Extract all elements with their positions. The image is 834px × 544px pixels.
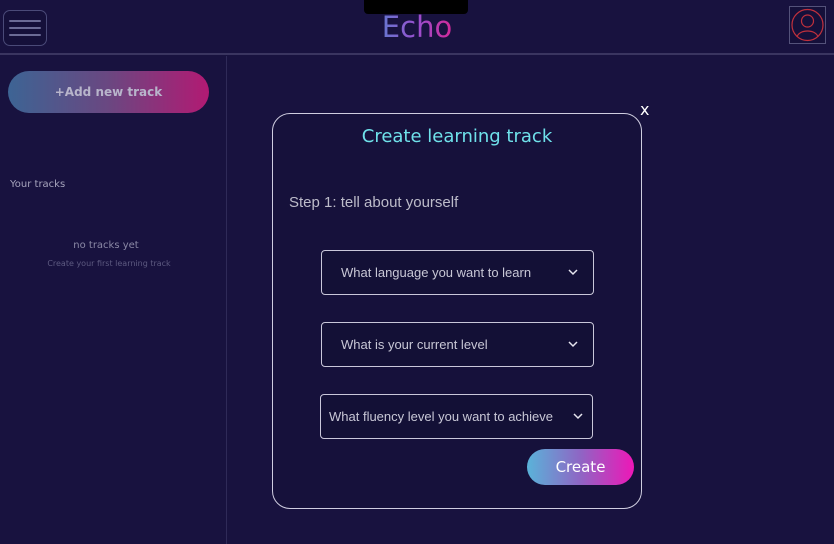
menu-line xyxy=(9,27,41,29)
top-header: Echo xyxy=(0,0,834,55)
step-label: Step 1: tell about yourself xyxy=(289,194,459,211)
language-select[interactable]: What language you want to learn xyxy=(321,250,594,295)
empty-state-title: no tracks yet xyxy=(73,240,139,251)
current-level-select-placeholder: What is your current level xyxy=(341,337,488,352)
app-logo: Echo xyxy=(374,6,460,50)
user-avatar-icon xyxy=(791,8,824,42)
empty-state-subtitle: Create your first learning track xyxy=(47,259,171,268)
close-modal-button[interactable]: x xyxy=(640,100,649,120)
app-page: Echo +Add new track Your tracks no track… xyxy=(0,0,834,544)
language-select-placeholder: What language you want to learn xyxy=(341,265,532,280)
modal-title: Create learning track xyxy=(361,126,553,147)
add-new-track-button[interactable]: +Add new track xyxy=(8,71,209,113)
chevron-down-icon xyxy=(568,341,578,348)
menu-line xyxy=(9,34,41,36)
create-button[interactable]: Create xyxy=(527,449,634,485)
target-fluency-select[interactable]: What fluency level you want to achieve xyxy=(320,394,593,439)
chevron-down-icon xyxy=(573,413,583,420)
current-level-select[interactable]: What is your current level xyxy=(321,322,594,367)
user-avatar-button[interactable] xyxy=(789,6,826,44)
chevron-down-icon xyxy=(568,269,578,276)
create-track-modal: Create learning track Step 1: tell about… xyxy=(272,113,642,509)
sidebar: +Add new track Your tracks no tracks yet… xyxy=(0,56,227,544)
menu-line xyxy=(9,20,41,22)
hamburger-menu-icon[interactable] xyxy=(3,10,47,46)
target-fluency-select-placeholder: What fluency level you want to achieve xyxy=(329,409,554,424)
your-tracks-heading: Your tracks xyxy=(10,179,66,190)
